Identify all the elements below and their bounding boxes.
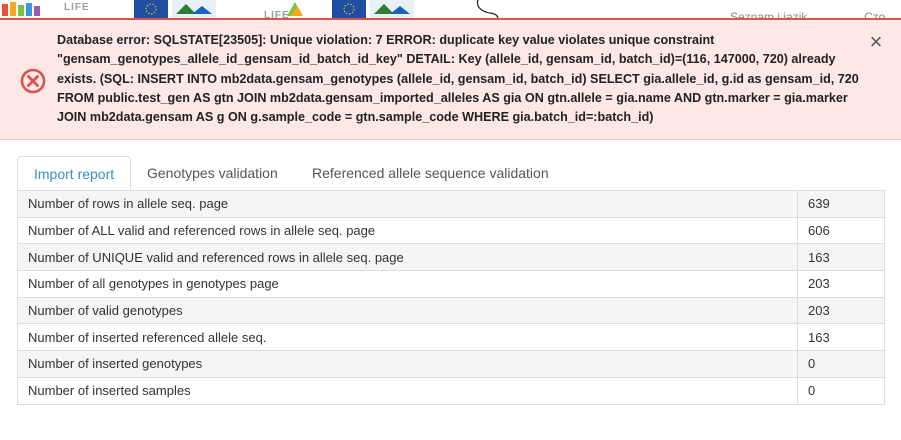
row-label: Number of rows in allele seq. page (17, 190, 798, 218)
tab-import-report[interactable]: Import report (17, 156, 132, 191)
error-circle-x-icon (20, 68, 46, 94)
row-value: 639 (797, 190, 885, 218)
row-value: 606 (797, 216, 885, 245)
row-value: 203 (797, 296, 885, 325)
row-value: 0 (797, 350, 885, 378)
table-row: Number of inserted referenced allele seq… (17, 323, 885, 352)
table-row: Number of all genotypes in genotypes pag… (17, 270, 885, 298)
tab-referenced-allele-sequence-validation[interactable]: Referenced allele sequence validation (296, 156, 565, 190)
close-icon[interactable]: × (867, 31, 885, 53)
row-value: 0 (797, 376, 885, 405)
table-row: Number of UNIQUE valid and referenced ro… (17, 243, 885, 272)
row-value: 163 (797, 243, 885, 272)
animal-sketch-icon (476, 0, 499, 18)
row-label: Number of valid genotypes (17, 296, 798, 325)
natura-logo-icon (172, 0, 216, 18)
import-result-modal: Database error: SQLSTATE[23505]: Unique … (0, 18, 901, 440)
table-row: Number of inserted samples 0 (17, 376, 885, 405)
table-row: Number of rows in allele seq. page 639 (17, 190, 885, 218)
row-label: Number of UNIQUE valid and referenced ro… (17, 243, 798, 272)
error-message: Database error: SQLSTATE[23505]: Unique … (57, 33, 859, 125)
eu-flag-icon (134, 0, 168, 18)
table-row: Number of ALL valid and referenced rows … (17, 216, 885, 245)
row-label: Number of ALL valid and referenced rows … (17, 216, 798, 245)
table-row: Number of inserted genotypes 0 (17, 350, 885, 378)
row-label: Number of inserted genotypes (17, 350, 798, 378)
hands-logo-icon (2, 2, 40, 16)
row-value: 163 (797, 323, 885, 352)
life-logo-text: LIFE (64, 2, 90, 13)
tab-genotypes-validation[interactable]: Genotypes validation (131, 156, 294, 190)
row-value: 203 (797, 270, 885, 298)
import-report-table: Number of rows in allele seq. page 639 N… (17, 190, 885, 405)
natura-logo-icon-2 (370, 0, 414, 18)
row-label: Number of inserted referenced allele seq… (17, 323, 798, 352)
colorful-logo-icon (287, 2, 303, 16)
error-alert: Database error: SQLSTATE[23505]: Unique … (0, 20, 901, 140)
report-tabs: Import report Genotypes validation Refer… (17, 156, 885, 191)
eu-flag-icon-2 (332, 0, 366, 18)
row-label: Number of inserted samples (17, 376, 798, 405)
table-row: Number of valid genotypes 203 (17, 296, 885, 325)
row-label: Number of all genotypes in genotypes pag… (17, 270, 798, 298)
